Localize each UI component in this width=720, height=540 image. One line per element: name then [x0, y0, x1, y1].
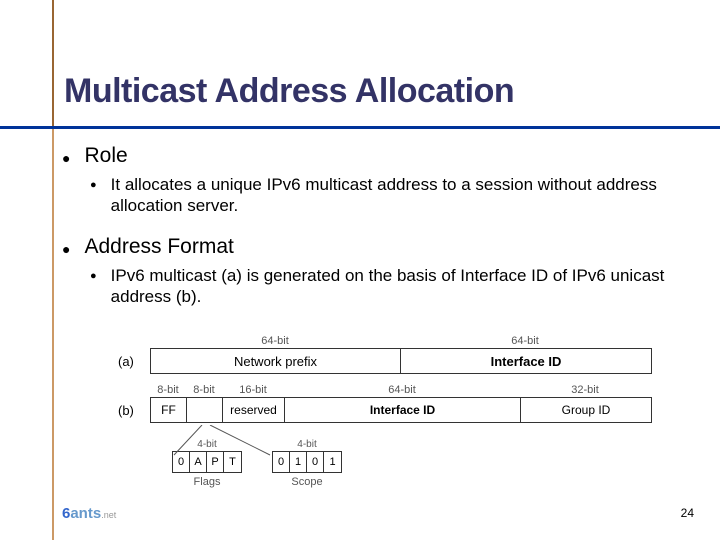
scope-boxes: 0 1 0 1 — [272, 451, 342, 473]
section-item: ● It allocates a unique IPv6 multicast a… — [90, 174, 702, 217]
bullet-dot: ● — [62, 150, 70, 166]
bullet-dot: ● — [90, 179, 97, 191]
field-interface-id: Interface ID — [401, 349, 651, 373]
bitwidth-label: 8-bit — [150, 384, 186, 396]
bitwidth-label: 4-bit — [272, 439, 342, 450]
field-group-id: Group ID — [521, 398, 651, 422]
row-b: (b) FF reserved Interface ID Group ID — [118, 397, 678, 423]
field-interface-id: Interface ID — [285, 398, 521, 422]
row-b-boxes: FF reserved Interface ID Group ID — [150, 397, 652, 423]
bitwidth-label: 16-bit — [222, 384, 284, 396]
bitwidth-label: 64-bit — [284, 384, 520, 396]
scope-cell: 0 — [273, 452, 290, 472]
scope-cell: 0 — [307, 452, 324, 472]
bitwidth-label: 64-bit — [400, 335, 650, 347]
footer-logo: 6ants.net — [62, 505, 116, 522]
field-reserved: reserved — [223, 398, 285, 422]
field-ff: FF — [151, 398, 187, 422]
flag-cell: T — [224, 452, 241, 472]
scope-cell: 1 — [324, 452, 341, 472]
accent-vertical-line-top — [52, 0, 54, 126]
flags-label: Flags — [172, 476, 242, 488]
row-sub: 0 A P T 0 1 0 1 — [172, 451, 678, 473]
field-network-prefix: Network prefix — [151, 349, 401, 373]
bitwidth-label: 8-bit — [186, 384, 222, 396]
flags-boxes: 0 A P T — [172, 451, 242, 473]
row-a-boxes: Network prefix Interface ID — [150, 348, 652, 374]
section-item-text: IPv6 multicast (a) is generated on the b… — [111, 265, 702, 308]
scope-label: Scope — [272, 476, 342, 488]
bitwidth-label: 64-bit — [150, 335, 400, 347]
section-heading-text: Role — [84, 144, 127, 168]
row-a: (a) Network prefix Interface ID — [118, 348, 678, 374]
logo-text: ants — [70, 505, 101, 522]
section-heading-address-format: ● Address Format — [62, 235, 702, 259]
slide-title: Multicast Address Allocation — [64, 72, 514, 111]
section-item: ● IPv6 multicast (a) is generated on the… — [90, 265, 702, 308]
accent-horizontal-line — [0, 126, 720, 129]
accent-vertical-line-bottom — [52, 129, 54, 540]
sub-bitwidths: 4-bit 4-bit — [172, 439, 678, 450]
scope-cell: 1 — [290, 452, 307, 472]
logo-suffix: .net — [101, 510, 116, 520]
bitwidth-label: 32-bit — [520, 384, 650, 396]
row-b-bitwidths: 8-bit 8-bit 16-bit 64-bit 32-bit — [150, 384, 678, 396]
row-a-bitwidths: 64-bit 64-bit — [150, 335, 678, 347]
field-flags-scope-slot — [187, 398, 223, 422]
page-number: 24 — [681, 506, 694, 520]
section-item-text: It allocates a unique IPv6 multicast add… — [111, 174, 702, 217]
bullet-dot: ● — [62, 241, 70, 257]
section-heading-role: ● Role — [62, 144, 702, 168]
sub-labels: Flags Scope — [172, 476, 678, 488]
row-b-label: (b) — [118, 403, 150, 418]
row-a-label: (a) — [118, 354, 150, 369]
slide-content: ● Role ● It allocates a unique IPv6 mult… — [62, 144, 702, 325]
bullet-dot: ● — [90, 270, 97, 282]
address-format-diagram: 64-bit 64-bit (a) Network prefix Interfa… — [118, 335, 678, 488]
flag-cell: A — [190, 452, 207, 472]
section-heading-text: Address Format — [84, 235, 233, 259]
flag-cell: P — [207, 452, 224, 472]
bitwidth-label: 4-bit — [172, 439, 242, 450]
flag-cell: 0 — [173, 452, 190, 472]
